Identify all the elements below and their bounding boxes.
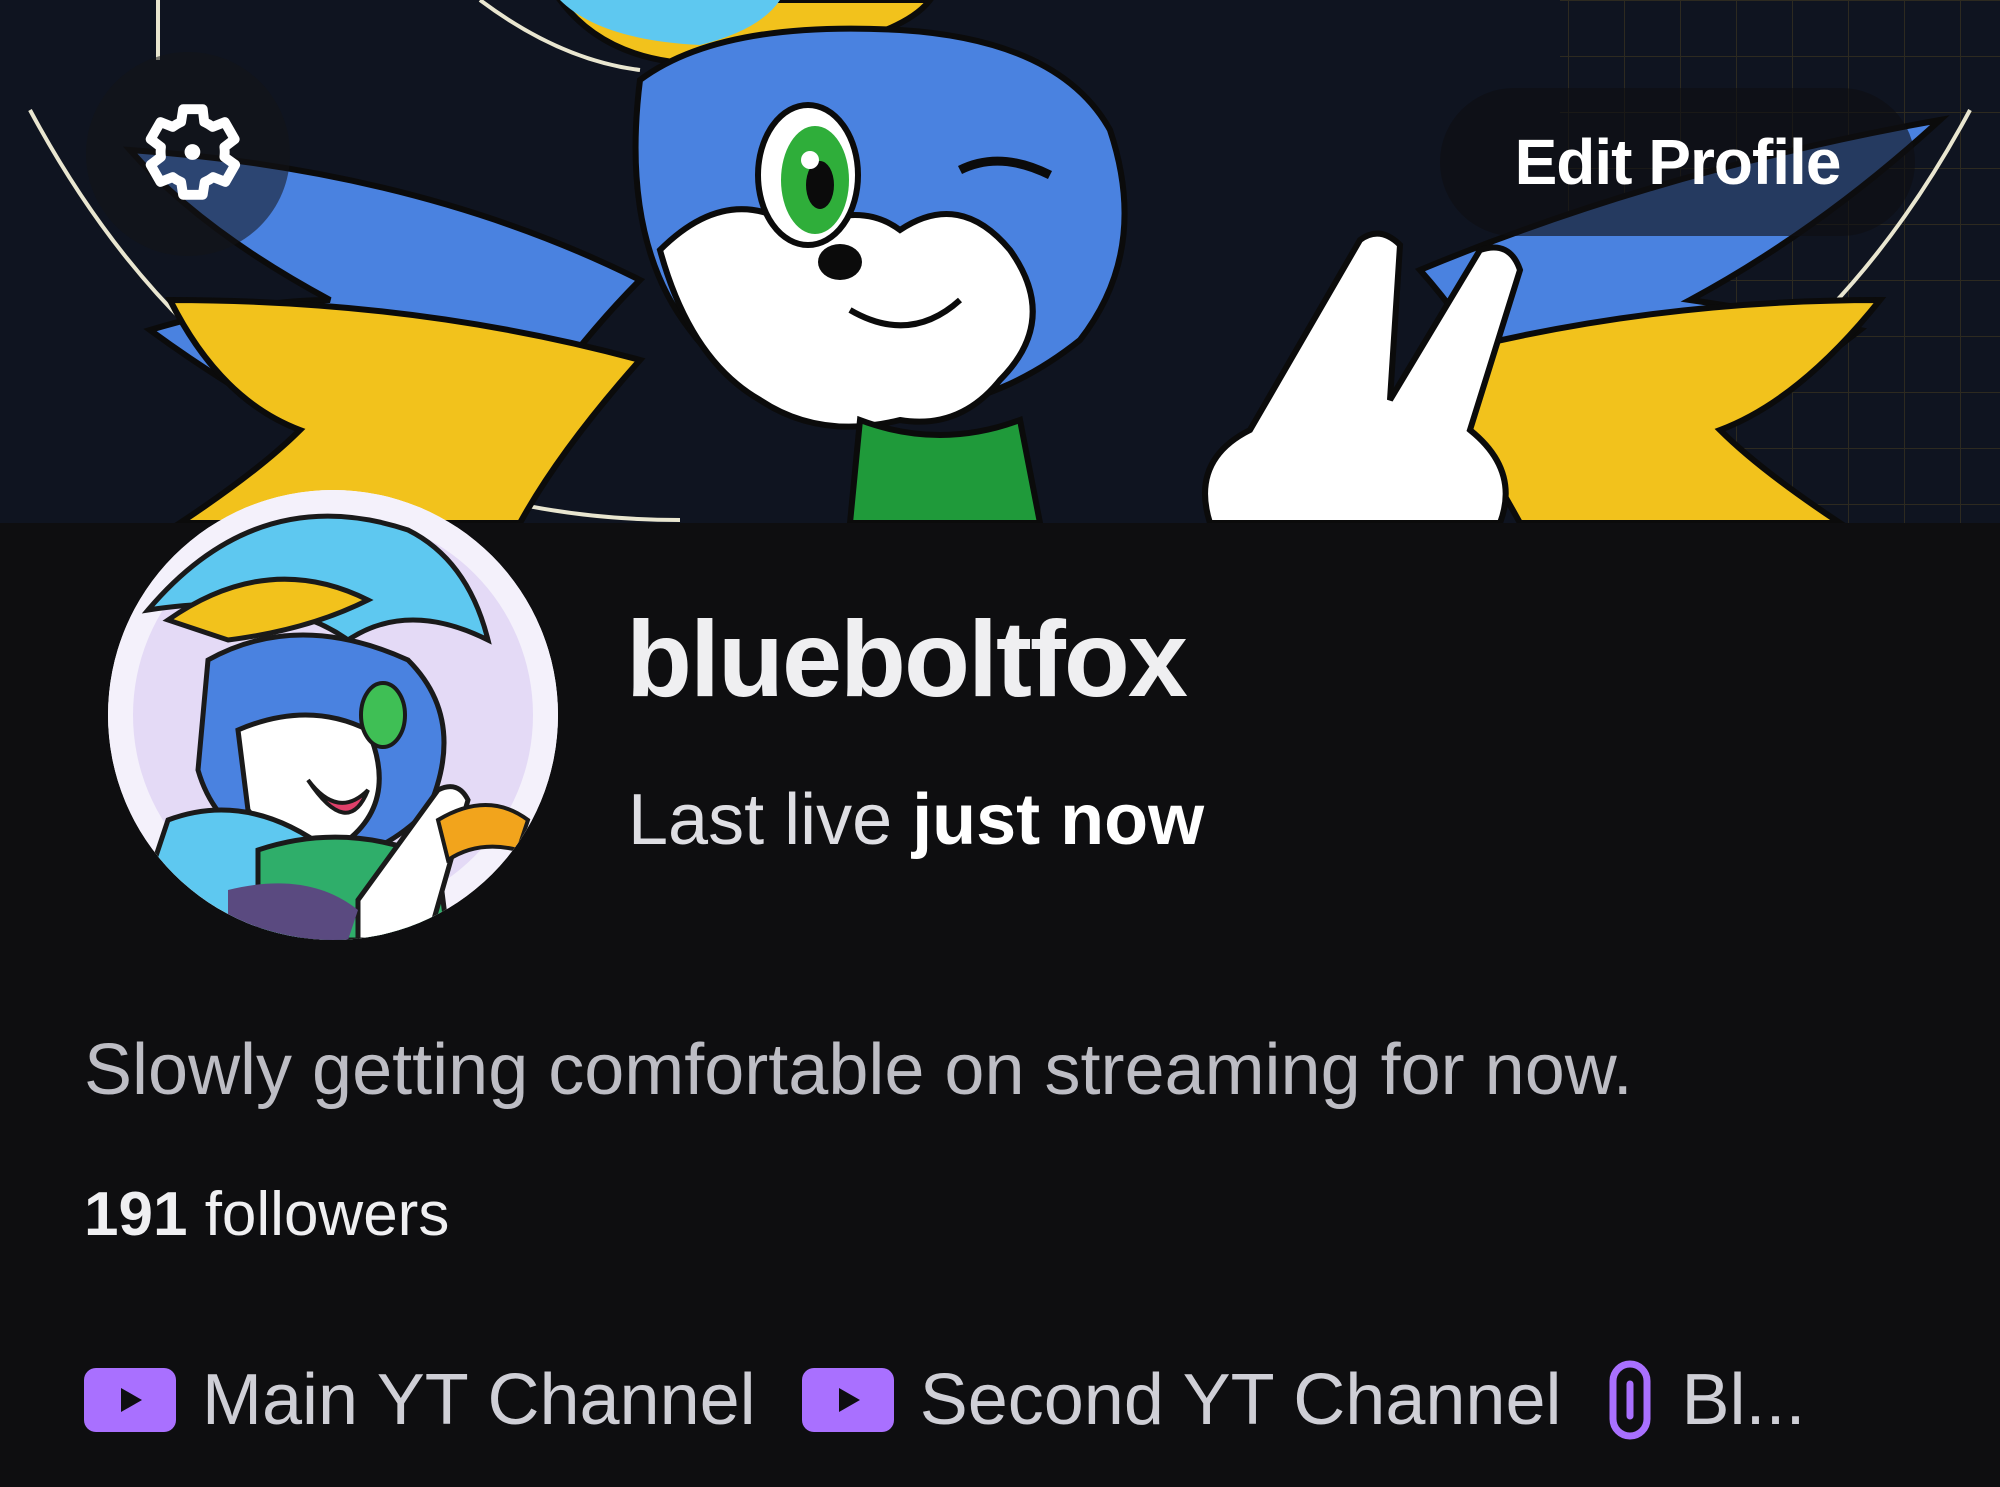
last-live-prefix: Last live	[628, 780, 893, 860]
social-link-main-yt[interactable]: Main YT Channel	[84, 1364, 756, 1436]
profile-banner: Edit Profile	[0, 0, 2000, 523]
gear-icon	[129, 93, 247, 216]
link-icon	[1608, 1360, 1652, 1440]
youtube-icon	[801, 1368, 894, 1432]
banner-artwork	[0, 0, 2000, 523]
last-live-value: just now	[912, 780, 1205, 860]
last-live-status: Last live just now	[628, 784, 1204, 856]
followers-count[interactable]: 191 followers	[84, 1184, 449, 1246]
edit-profile-label: Edit Profile	[1514, 126, 1842, 198]
avatar[interactable]	[108, 490, 558, 940]
followers-number: 191	[84, 1180, 188, 1249]
followers-label: followers	[204, 1180, 450, 1249]
social-link-label: Bl...	[1681, 1360, 1806, 1440]
channel-username: blueboltfox	[626, 598, 1188, 719]
edit-profile-button[interactable]: Edit Profile	[1440, 88, 1915, 236]
social-link-label: Second YT Channel	[919, 1360, 1562, 1440]
social-link-second-yt[interactable]: Second YT Channel	[801, 1360, 1562, 1440]
channel-bio: Slowly getting comfortable on streaming …	[84, 1030, 1633, 1110]
social-links: Main YT Channel Second YT Channel Bl...	[84, 1360, 1806, 1440]
avatar-image	[108, 490, 558, 940]
social-link-label: Main YT Channel	[202, 1360, 756, 1440]
youtube-icon	[84, 1368, 176, 1432]
social-link-other[interactable]: Bl...	[1608, 1360, 1806, 1440]
settings-button[interactable]	[86, 52, 290, 256]
